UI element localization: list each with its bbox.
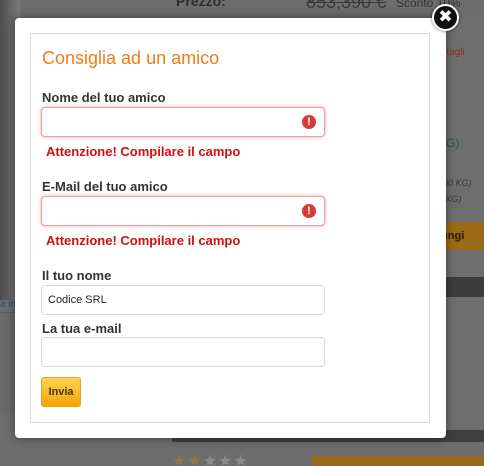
rating-stars-filled: ★★ [172, 453, 203, 466]
friend-name-input[interactable]: ! [41, 107, 325, 137]
friend-name-label: Nome del tuo amico [42, 90, 166, 105]
friend-email-error: Attenzione! Compilare il campo [46, 233, 241, 248]
friend-email-input[interactable]: ! [41, 196, 325, 226]
recommend-friend-modal: Consiglia ad un amico Nome del tuo amico… [15, 18, 446, 438]
error-alert-icon: ! [302, 204, 316, 218]
rating-stars-empty: ★★★ [202, 453, 249, 466]
background-left-link: a in [0, 299, 17, 310]
your-email-input[interactable] [41, 337, 325, 367]
friend-email-label: E-Mail del tuo amico [42, 179, 168, 194]
your-name-input[interactable]: Codice SRL [41, 285, 325, 315]
friend-name-error: Attenzione! Compilare il campo [46, 144, 241, 159]
your-name-value: Codice SRL [48, 294, 107, 306]
modal-title: Consiglia ad un amico [42, 48, 220, 68]
background-old-price: 853,390 € [306, 0, 387, 12]
modal-form-panel: Consiglia ad un amico Nome del tuo amico… [30, 33, 430, 423]
submit-button[interactable]: Invia [41, 377, 81, 407]
close-icon[interactable]: ✖ [432, 4, 459, 31]
your-email-label: La tua e-mail [42, 321, 122, 336]
your-name-label: Il tuo nome [42, 268, 112, 283]
error-alert-icon: ! [302, 115, 316, 129]
background-price-label: Prezzo: [176, 0, 226, 9]
background-bottom-button [312, 456, 484, 466]
background-rating-stars: ★★★★★ [172, 451, 249, 466]
